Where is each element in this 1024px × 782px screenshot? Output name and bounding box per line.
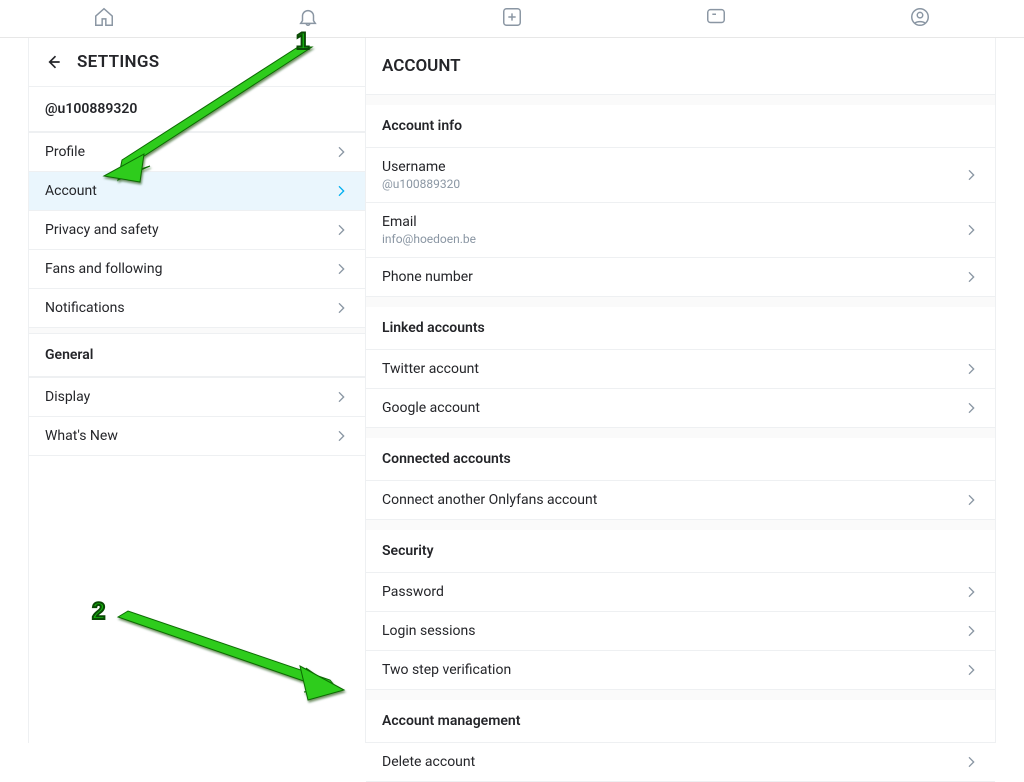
sidebar-header: SETTINGS	[29, 38, 365, 87]
row-label: Email	[382, 214, 963, 230]
row-two-step[interactable]: Two step verification	[366, 651, 995, 690]
row-label: Two step verification	[382, 662, 963, 678]
row-sub: @u100889320	[382, 177, 963, 191]
row-phone[interactable]: Phone number	[366, 258, 995, 297]
row-username[interactable]: Username @u100889320	[366, 148, 995, 203]
home-icon	[93, 6, 115, 32]
plus-square-icon	[501, 6, 523, 32]
annotation-marker-1: 1	[296, 28, 309, 56]
nav-profile[interactable]	[818, 6, 1022, 32]
sidebar-item-fans[interactable]: Fans and following	[29, 249, 365, 288]
row-login-sessions[interactable]: Login sessions	[366, 612, 995, 651]
row-label: Connect another Onlyfans account	[382, 492, 963, 508]
settings-sidebar: SETTINGS @u100889320 Profile Account Pri…	[28, 38, 366, 743]
sidebar-item-label: Fans and following	[45, 261, 333, 277]
row-label: Password	[382, 584, 963, 600]
row-label: Login sessions	[382, 623, 963, 639]
sidebar-item-label: Display	[45, 389, 333, 405]
sidebar-item-notifications[interactable]: Notifications	[29, 288, 365, 327]
nav-messages[interactable]	[614, 6, 818, 32]
group-security: Security	[366, 530, 995, 573]
group-connected-accounts: Connected accounts	[366, 438, 995, 481]
sidebar-title: SETTINGS	[77, 52, 159, 72]
user-circle-icon	[909, 6, 931, 32]
row-email[interactable]: Email info@hoedoen.be	[366, 203, 995, 258]
panel-title: ACCOUNT	[366, 38, 995, 95]
row-sub: info@hoedoen.be	[382, 232, 963, 246]
row-label: Twitter account	[382, 361, 963, 377]
row-delete-account[interactable]: Delete account	[366, 743, 995, 782]
sidebar-item-account[interactable]: Account	[29, 171, 365, 210]
sidebar-item-label: Notifications	[45, 300, 333, 316]
group-account-management: Account management	[366, 700, 995, 743]
row-connect-another[interactable]: Connect another Onlyfans account	[366, 481, 995, 520]
row-label: Phone number	[382, 269, 963, 285]
row-label: Username	[382, 159, 963, 175]
message-icon	[705, 6, 727, 32]
row-google[interactable]: Google account	[366, 389, 995, 428]
sidebar-item-label: Account	[45, 183, 333, 199]
nav-create[interactable]	[410, 6, 614, 32]
sidebar-item-privacy[interactable]: Privacy and safety	[29, 210, 365, 249]
sidebar-item-display[interactable]: Display	[29, 377, 365, 416]
sidebar-section-general: General	[29, 333, 365, 377]
annotation-marker-2: 2	[92, 598, 105, 626]
sidebar-item-label: Privacy and safety	[45, 222, 333, 238]
group-linked-accounts: Linked accounts	[366, 307, 995, 350]
row-label: Delete account	[382, 754, 963, 770]
sidebar-item-whatsnew[interactable]: What's New	[29, 416, 365, 456]
group-account-info: Account info	[366, 105, 995, 148]
row-password[interactable]: Password	[366, 573, 995, 612]
sidebar-item-label: What's New	[45, 428, 333, 444]
back-button[interactable]	[43, 52, 63, 72]
sidebar-item-profile[interactable]: Profile	[29, 132, 365, 171]
top-nav	[0, 0, 1024, 38]
row-twitter[interactable]: Twitter account	[366, 350, 995, 389]
nav-home[interactable]	[2, 6, 206, 32]
account-panel: ACCOUNT Account info Username @u10088932…	[366, 38, 996, 743]
sidebar-username: @u100889320	[29, 87, 365, 132]
sidebar-item-label: Profile	[45, 144, 333, 160]
row-label: Google account	[382, 400, 963, 416]
